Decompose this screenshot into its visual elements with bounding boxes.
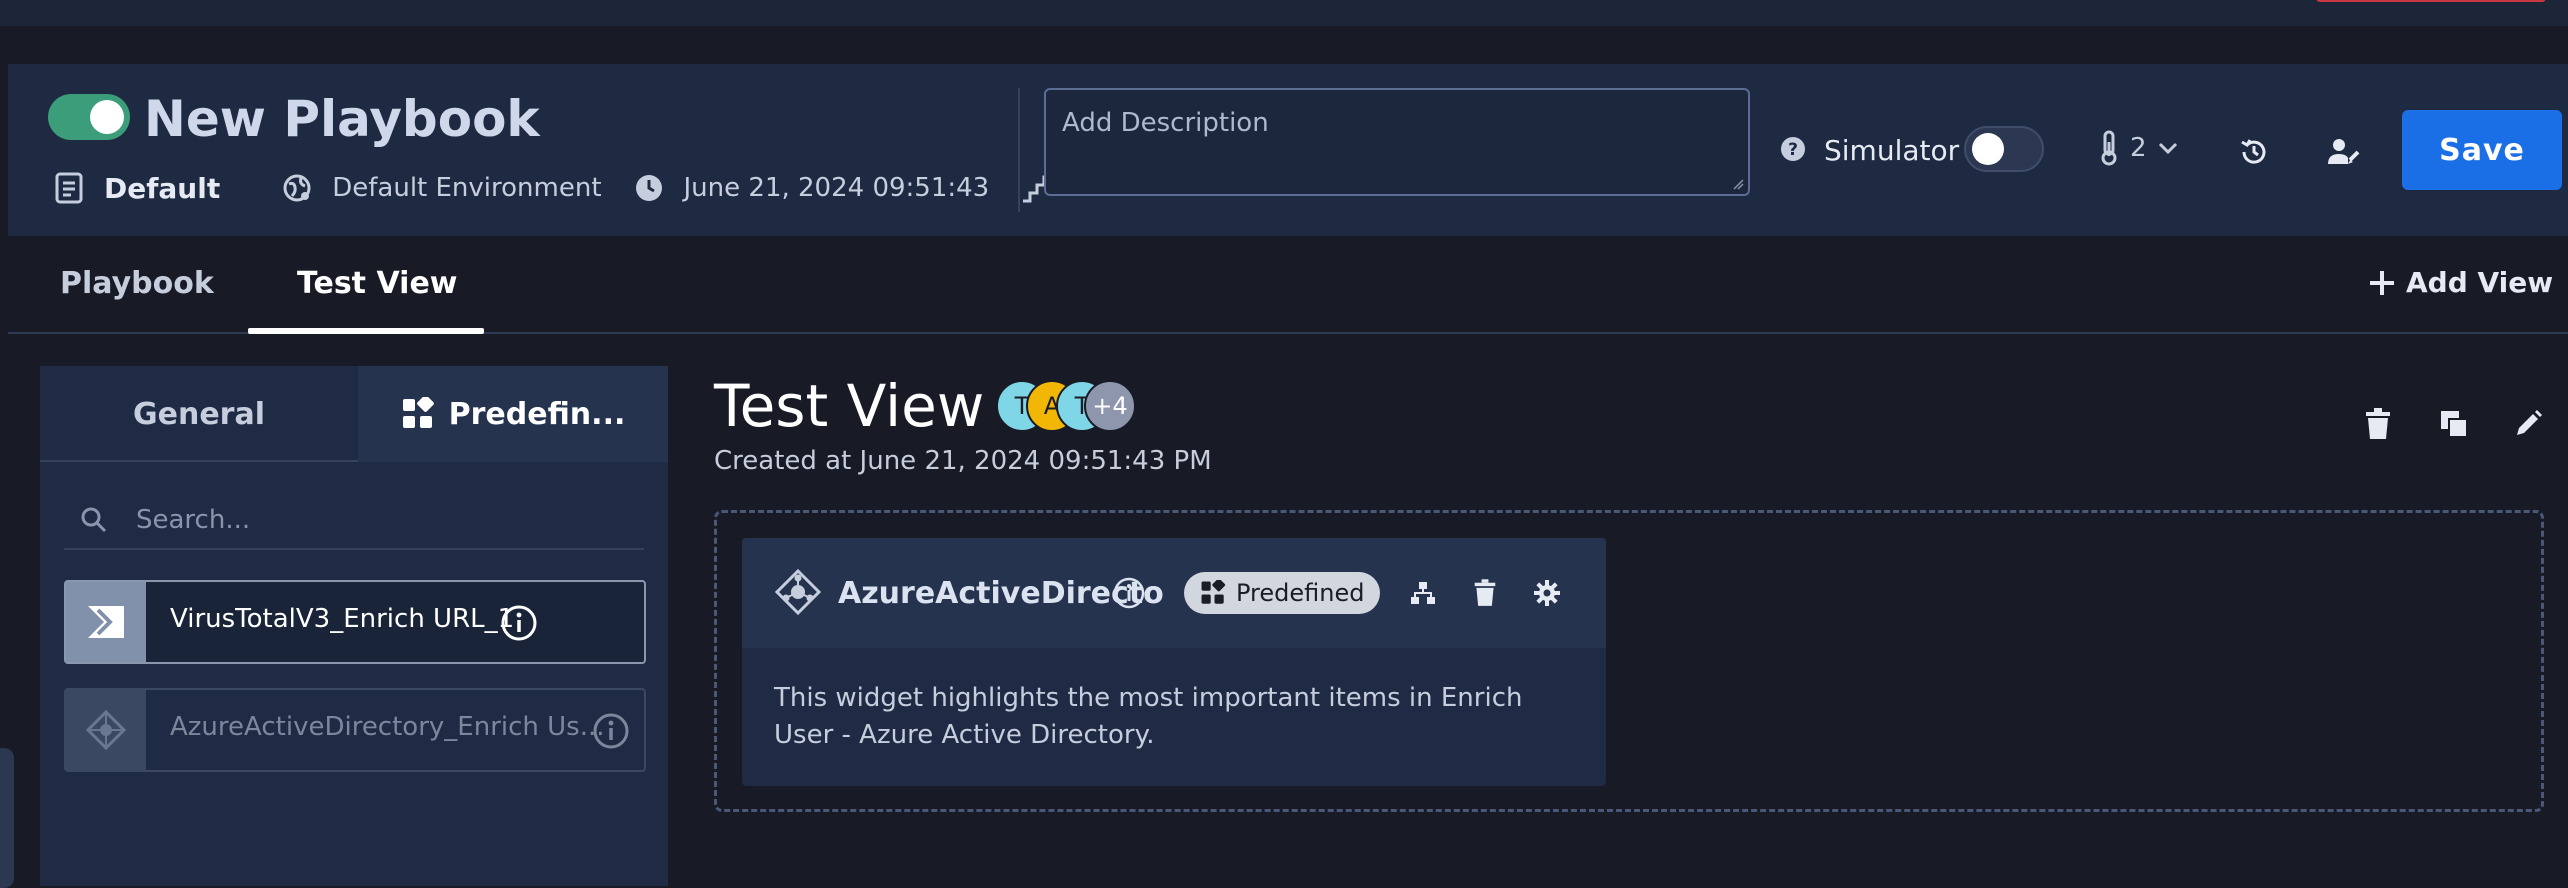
search-placeholder: Search...: [136, 505, 251, 535]
header-divider: [1018, 88, 1020, 212]
widgets-icon: [402, 397, 434, 428]
info-icon[interactable]: [592, 712, 630, 750]
add-view-button[interactable]: Add View: [2368, 266, 2553, 299]
gear-icon[interactable]: [1530, 576, 1564, 610]
tab-playbook[interactable]: Playbook: [60, 266, 214, 301]
tab-general[interactable]: General: [40, 366, 358, 462]
delete-widget-icon[interactable]: [1468, 576, 1502, 610]
toggle-knob: [90, 100, 124, 134]
resize-handle-icon[interactable]: [1732, 178, 1744, 190]
widgets-icon: [1201, 580, 1226, 604]
playbook-meta: Default Default Environment June 21, 202…: [52, 168, 1088, 208]
help-icon[interactable]: ?: [1778, 134, 1808, 164]
add-view-label: Add View: [2406, 266, 2554, 299]
description-placeholder: Add Description: [1062, 108, 1269, 138]
user-permissions-icon[interactable]: [2324, 132, 2364, 172]
widgets-panel: General Predefin... Search... VirusTotal…: [40, 366, 668, 886]
widget-list-item-label: AzureActiveDirectory_Enrich Us...: [170, 712, 605, 742]
widget-list-item[interactable]: AzureActiveDirectory_Enrich Us...: [64, 688, 646, 772]
playbook-timestamp: June 21, 2024 09:51:43: [683, 173, 990, 203]
predefined-badge-label: Predefined: [1236, 579, 1365, 607]
widget-description: This widget highlights the most importan…: [774, 683, 1523, 750]
duplicate-view-icon[interactable]: [2434, 404, 2474, 444]
side-drawer-handle[interactable]: [0, 748, 14, 888]
priority-value: 2: [2130, 133, 2147, 163]
active-tab-indicator: [248, 328, 484, 334]
azure-ad-icon: [66, 690, 146, 770]
widgets-panel-tabs: General Predefin...: [40, 366, 668, 462]
thermometer-icon: [2101, 130, 2117, 166]
tab-predefined-label: Predefin...: [448, 396, 626, 432]
widget-search-input[interactable]: Search...: [64, 492, 644, 550]
history-icon[interactable]: [2234, 132, 2274, 172]
playbook-title[interactable]: New Playbook: [144, 90, 540, 148]
widget-card[interactable]: AzureActiveDirecto Predefined This widge…: [742, 538, 1606, 786]
widget-header: AzureActiveDirecto Predefined: [742, 538, 1606, 648]
azure-ad-icon: [774, 568, 822, 616]
widget-list-item[interactable]: VirusTotalV3_Enrich URL_1: [64, 580, 646, 664]
hierarchy-icon[interactable]: [1406, 576, 1440, 610]
predefined-badge: Predefined: [1184, 572, 1381, 614]
simulator-toggle[interactable]: [1964, 126, 2044, 172]
delete-view-icon[interactable]: [2358, 404, 2398, 444]
tab-test-view[interactable]: Test View: [297, 266, 458, 301]
view-title: Test View: [714, 372, 985, 440]
view-tabs: Playbook Test View Add View: [8, 236, 2568, 334]
plus-icon: [2370, 270, 2394, 295]
info-icon[interactable]: [500, 604, 538, 642]
top-bar: [0, 0, 2568, 26]
tab-predefined[interactable]: Predefin...: [358, 366, 668, 462]
alert-indicator: [2316, 0, 2546, 2]
widget-list-item-label: VirusTotalV3_Enrich URL_1: [170, 604, 515, 634]
virustotal-icon: [66, 582, 146, 662]
playbook-environment[interactable]: Default Environment: [332, 173, 601, 203]
view-created-at: Created at June 21, 2024 09:51:43 PM: [714, 446, 1212, 476]
edit-view-icon[interactable]: [2508, 404, 2548, 444]
clock-icon: [632, 171, 666, 205]
playbook-header: New Playbook Default Default Environment…: [8, 64, 2568, 236]
toggle-knob: [1972, 133, 2004, 165]
save-button[interactable]: Save: [2402, 110, 2562, 190]
info-icon[interactable]: [1112, 576, 1146, 610]
document-icon: [52, 171, 86, 205]
svg-text:?: ?: [1788, 140, 1798, 160]
playbook-category[interactable]: Default: [104, 172, 220, 205]
environment-icon: [280, 171, 314, 205]
chevron-down-icon: [2158, 142, 2177, 155]
playbook-enabled-toggle[interactable]: [48, 94, 130, 140]
priority-dropdown[interactable]: 2: [2098, 130, 2179, 166]
simulator-label: Simulator: [1824, 134, 1960, 167]
search-icon: [64, 506, 124, 534]
avatar-overflow-count[interactable]: +4: [1084, 380, 1136, 432]
description-input[interactable]: Add Description: [1044, 88, 1750, 196]
